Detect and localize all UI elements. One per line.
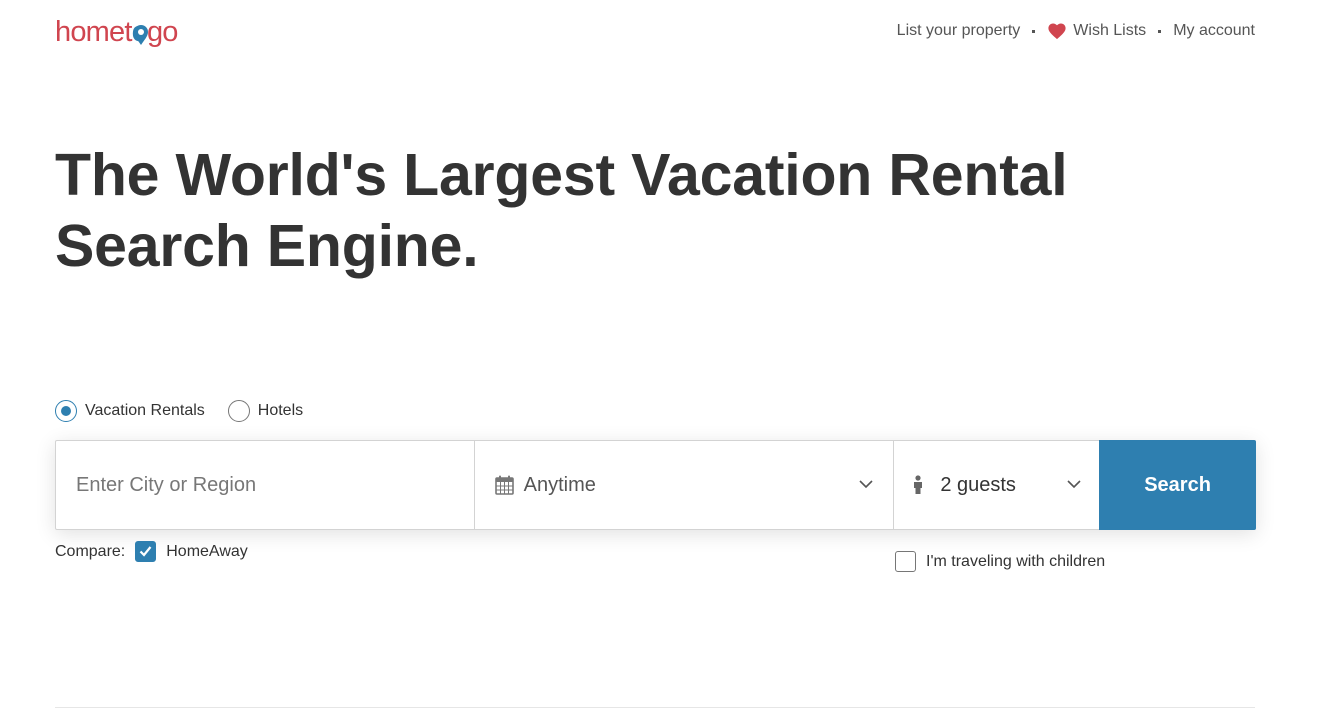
hero-title: The World's Largest Vacation Rental Sear…	[55, 140, 1068, 282]
nav-separator	[1032, 29, 1036, 33]
children-label: I'm traveling with children	[926, 552, 1106, 570]
homeaway-label: HomeAway	[166, 542, 248, 560]
radio-hotels[interactable]: Hotels	[227, 400, 304, 422]
calendar-icon	[494, 475, 514, 495]
my-account-link[interactable]: My account	[1173, 21, 1255, 41]
list-property-link[interactable]: List your property	[897, 21, 1021, 41]
nav-separator	[1158, 29, 1162, 33]
search-button[interactable]: Search	[1099, 440, 1257, 530]
logo-text-end: go	[146, 16, 178, 48]
date-value: Anytime	[523, 473, 596, 496]
radio-label: Hotels	[257, 402, 304, 419]
hero-line-1: The World's Largest Vacation Rental	[55, 142, 1068, 208]
chevron-down-icon	[859, 480, 873, 489]
compare-row: Compare: HomeAway	[55, 541, 248, 562]
logo-text-start: homet	[55, 16, 132, 48]
heart-icon	[1048, 23, 1066, 40]
destination-input[interactable]	[76, 473, 436, 497]
children-row: I'm traveling with children	[895, 551, 1105, 572]
wish-lists-link[interactable]: Wish Lists	[1047, 21, 1146, 41]
page: hometogo List your property Wish Lists M…	[0, 0, 1344, 709]
top-nav: List your property Wish Lists My account	[897, 21, 1255, 41]
checkmark-icon	[139, 546, 152, 557]
map-pin-icon	[133, 25, 148, 45]
wish-lists-label: Wish Lists	[1073, 22, 1147, 39]
radio-circle[interactable]	[227, 400, 250, 422]
compare-label: Compare:	[55, 542, 126, 560]
hero-line-2: Search Engine.	[55, 213, 479, 279]
logo-pin-o: o	[132, 14, 148, 50]
hometogo-logo[interactable]: hometogo	[55, 14, 178, 50]
radio-vacation-rentals[interactable]: Vacation Rentals	[55, 400, 205, 422]
radio-label: Vacation Rentals	[85, 402, 205, 419]
chevron-down-icon	[1067, 480, 1081, 489]
guests-selector[interactable]: 2 guests	[894, 441, 1099, 529]
destination-field	[56, 441, 475, 529]
children-checkbox[interactable]	[895, 551, 916, 572]
person-icon	[914, 475, 923, 494]
radio-circle[interactable]	[55, 400, 77, 422]
section-divider	[55, 707, 1255, 708]
date-picker[interactable]: Anytime	[475, 441, 895, 529]
search-bar: Anytime 2 guests Search	[55, 440, 1257, 530]
homeaway-checkbox[interactable]	[135, 541, 157, 562]
accommodation-type-group: Vacation Rentals Hotels	[55, 400, 326, 422]
guests-value: 2 guests	[940, 473, 1016, 496]
